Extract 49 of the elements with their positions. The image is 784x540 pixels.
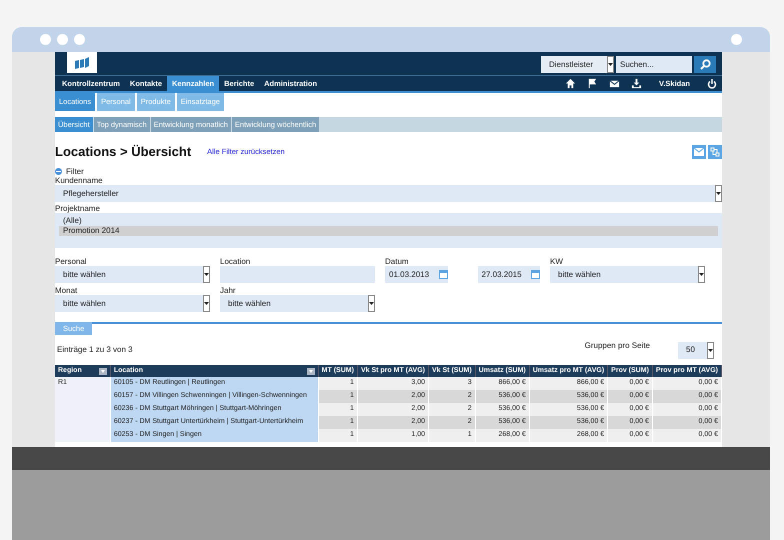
search-icon bbox=[700, 59, 710, 70]
transfer-icon bbox=[710, 147, 720, 157]
list-option[interactable]: (Alle) bbox=[59, 216, 718, 226]
list-option[interactable]: Promotion 2014 bbox=[59, 226, 718, 236]
power-icon bbox=[707, 78, 717, 88]
filter-heading: Filter bbox=[66, 166, 84, 177]
caret-icon bbox=[204, 302, 209, 305]
field-label: Kundenname bbox=[55, 176, 104, 185]
dropdown[interactable]: bitte wählen bbox=[220, 295, 375, 312]
dropdown[interactable]: bitte wählen bbox=[55, 295, 210, 312]
caret-icon bbox=[716, 192, 721, 195]
page-title: Locations > Übersicht bbox=[55, 143, 192, 162]
calendar-icon bbox=[438, 270, 448, 279]
field-label: Monat bbox=[55, 286, 78, 295]
input-field[interactable] bbox=[220, 266, 375, 283]
calendar-icon bbox=[531, 270, 540, 279]
caret-icon bbox=[608, 63, 613, 66]
dropdown[interactable]: 50 bbox=[678, 342, 714, 358]
field-label: KW bbox=[550, 257, 564, 266]
mail-icon bbox=[694, 148, 704, 156]
flag-icon bbox=[586, 78, 598, 89]
search-button[interactable] bbox=[694, 56, 716, 73]
logo-icon bbox=[74, 56, 90, 68]
field-label: Personal bbox=[55, 257, 88, 266]
download-icon bbox=[630, 78, 642, 89]
dropdown[interactable]: Pflegehersteller bbox=[55, 185, 722, 202]
date-field[interactable]: 01.03.2013 bbox=[385, 266, 448, 283]
caret-icon bbox=[369, 302, 374, 305]
caret-icon bbox=[708, 348, 713, 352]
date-field[interactable]: 27.03.2015 bbox=[478, 266, 540, 283]
email-button[interactable] bbox=[692, 145, 706, 159]
list-box[interactable]: (Alle) Promotion 2014 bbox=[55, 213, 722, 248]
field-label: Gruppen pro Seite bbox=[584, 340, 650, 352]
entries-count: Einträge 1 zu 3 von 3 bbox=[57, 344, 133, 356]
dropdown[interactable]: bitte wählen bbox=[55, 266, 210, 283]
field-label: Jahr bbox=[220, 286, 237, 295]
dropdown-icon bbox=[306, 368, 315, 374]
export-button[interactable] bbox=[708, 145, 722, 159]
caret-icon bbox=[699, 273, 704, 276]
dropdown[interactable]: bitte wählen bbox=[550, 266, 705, 283]
dropdown-icon bbox=[98, 368, 107, 374]
dropdown[interactable]: Dienstleister bbox=[541, 56, 614, 73]
caret-icon bbox=[204, 273, 209, 276]
field-label: Projektname bbox=[55, 204, 101, 213]
home-icon bbox=[564, 78, 576, 89]
field-label: Datum bbox=[385, 257, 410, 266]
search-field[interactable]: Suchen... bbox=[616, 56, 692, 73]
field-label: Location bbox=[220, 257, 252, 266]
collapse-toggle[interactable] bbox=[55, 168, 62, 175]
